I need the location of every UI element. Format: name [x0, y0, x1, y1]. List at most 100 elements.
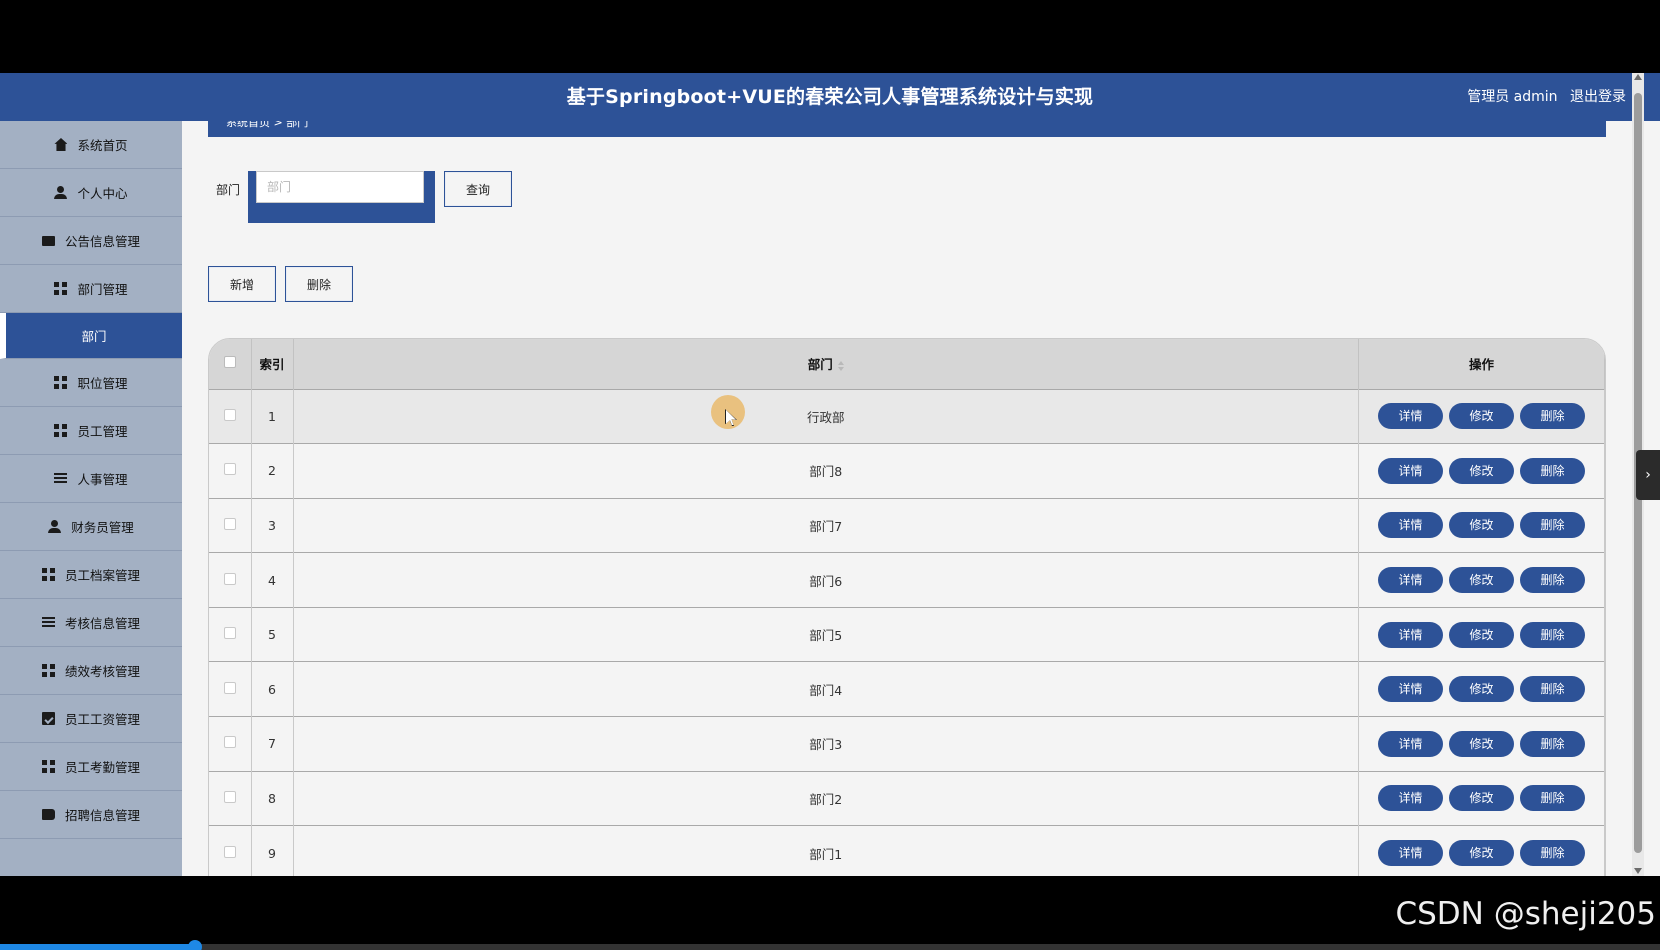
- sidebar-item-employees[interactable]: 员工管理: [0, 407, 182, 455]
- detail-button[interactable]: 详情: [1378, 840, 1443, 867]
- sidebar-item-announcements[interactable]: 公告信息管理: [0, 217, 182, 265]
- delete-button[interactable]: 删除: [1520, 567, 1585, 594]
- row-actions: 详情 修改 删除: [1358, 497, 1605, 553]
- sidebar-item-label: 考核信息管理: [64, 616, 140, 631]
- edit-button[interactable]: 修改: [1449, 403, 1514, 430]
- progress-knob[interactable]: [188, 940, 202, 950]
- sidebar-item-salary[interactable]: 员工工资管理: [0, 695, 182, 743]
- sidebar-item-label: 公告信息管理: [64, 234, 140, 249]
- sidebar-item-assessment[interactable]: 考核信息管理: [0, 599, 182, 647]
- select-all-checkbox[interactable]: [223, 356, 236, 369]
- row-checkbox[interactable]: [223, 845, 236, 858]
- sidebar-item-performance[interactable]: 绩效考核管理: [0, 647, 182, 695]
- sidebar-item-personnel[interactable]: 人事管理: [0, 455, 182, 503]
- batch-delete-button[interactable]: 删除: [285, 266, 353, 302]
- logout-link[interactable]: 退出登录: [1570, 89, 1626, 105]
- grid-icon: [41, 568, 55, 581]
- edit-button[interactable]: 修改: [1449, 676, 1514, 703]
- row-checkbox[interactable]: [223, 681, 236, 694]
- edit-button[interactable]: 修改: [1449, 457, 1514, 484]
- table-row[interactable]: 8 部门2 详情 修改 删除: [209, 770, 1605, 826]
- table-row[interactable]: 5 部门5 详情 修改 删除: [209, 606, 1605, 662]
- table-row[interactable]: 9 部门1 详情 修改 删除: [209, 825, 1605, 876]
- detail-button[interactable]: 详情: [1378, 403, 1443, 430]
- add-button[interactable]: 新增: [208, 266, 276, 302]
- detail-button[interactable]: 详情: [1378, 457, 1443, 484]
- edit-button[interactable]: 修改: [1449, 621, 1514, 648]
- row-index: 4: [251, 552, 294, 608]
- sidebar-item-attendance[interactable]: 员工考勤管理: [0, 743, 182, 791]
- delete-button[interactable]: 删除: [1520, 785, 1585, 812]
- table-row[interactable]: 1 行政部 详情 修改 删除: [209, 388, 1605, 444]
- watermark: CSDN @sheji205: [1395, 896, 1656, 932]
- row-department: 部门1: [293, 825, 1359, 876]
- delete-button[interactable]: 删除: [1520, 730, 1585, 757]
- detail-button[interactable]: 详情: [1378, 730, 1443, 757]
- table-row[interactable]: 2 部门8 详情 修改 删除: [209, 443, 1605, 499]
- department-table: 索引 部门 操作 1 行政部 详情 修改 删除 2 部门8 详情 修改 删除 3 部门7 详情 修改 删除 4…: [208, 338, 1606, 876]
- edit-button[interactable]: 修改: [1449, 512, 1514, 539]
- search-box: [248, 171, 436, 223]
- row-checkbox[interactable]: [223, 408, 236, 421]
- delete-button[interactable]: 删除: [1520, 403, 1585, 430]
- sidebar-item-positions[interactable]: 职位管理: [0, 359, 182, 407]
- sidebar-item-recruitment[interactable]: 招聘信息管理: [0, 791, 182, 839]
- query-button[interactable]: 查询: [444, 171, 513, 207]
- table-row[interactable]: 6 部门4 详情 修改 删除: [209, 661, 1605, 717]
- delete-button[interactable]: 删除: [1520, 676, 1585, 703]
- row-department: 部门7: [293, 497, 1359, 553]
- scroll-down-icon[interactable]: [1634, 868, 1642, 874]
- detail-button[interactable]: 详情: [1378, 785, 1443, 812]
- grid-icon: [54, 424, 68, 437]
- row-checkbox[interactable]: [223, 790, 236, 803]
- row-checkbox[interactable]: [223, 572, 236, 585]
- search-label: 部门: [216, 183, 241, 197]
- edit-button[interactable]: 修改: [1449, 567, 1514, 594]
- grid-icon: [41, 760, 55, 773]
- search-input[interactable]: [256, 171, 425, 203]
- edit-button[interactable]: 修改: [1449, 730, 1514, 757]
- delete-button[interactable]: 删除: [1520, 840, 1585, 867]
- edit-button[interactable]: 修改: [1449, 840, 1514, 867]
- breadcrumb: 系统首页 > 部门: [208, 121, 1606, 137]
- detail-button[interactable]: 详情: [1378, 512, 1443, 539]
- table-row[interactable]: 7 部门3 详情 修改 删除: [209, 716, 1605, 772]
- row-checkbox[interactable]: [223, 627, 236, 640]
- delete-button[interactable]: 删除: [1520, 512, 1585, 539]
- sidebar-item-label: 部门: [81, 329, 107, 344]
- row-index: 7: [251, 716, 294, 772]
- column-header-dept-label: 部门: [807, 357, 833, 373]
- column-header-dept[interactable]: 部门: [293, 339, 1359, 389]
- detail-button[interactable]: 详情: [1378, 676, 1443, 703]
- row-checkbox[interactable]: [223, 463, 236, 476]
- sidebar-item-home[interactable]: 系统首页: [0, 121, 182, 169]
- detail-button[interactable]: 详情: [1378, 621, 1443, 648]
- sidebar-item-profile[interactable]: 个人中心: [0, 169, 182, 217]
- row-checkbox[interactable]: [223, 517, 236, 530]
- list-icon: [41, 616, 55, 629]
- sidebar-item-finance[interactable]: 财务员管理: [0, 503, 182, 551]
- table-row[interactable]: 4 部门6 详情 修改 删除: [209, 552, 1605, 608]
- row-select-cell: [209, 552, 252, 608]
- sidebar-item-department[interactable]: 部门: [0, 313, 182, 359]
- sort-icon[interactable]: [837, 360, 844, 371]
- detail-button[interactable]: 详情: [1378, 567, 1443, 594]
- row-checkbox[interactable]: [223, 736, 236, 749]
- table-row[interactable]: 3 部门7 详情 修改 删除: [209, 497, 1605, 553]
- sidebar-item-label: 系统首页: [77, 138, 128, 153]
- delete-button[interactable]: 删除: [1520, 457, 1585, 484]
- expand-panel-button[interactable]: ›: [1636, 450, 1660, 500]
- column-header-ops: 操作: [1358, 339, 1605, 389]
- video-progress-bar[interactable]: [0, 940, 1660, 950]
- row-index: 9: [251, 825, 294, 876]
- scroll-up-icon[interactable]: [1634, 74, 1642, 80]
- sidebar-item-department-mgmt[interactable]: 部门管理: [0, 265, 182, 313]
- row-department: 部门5: [293, 606, 1359, 662]
- list-icon: [54, 472, 68, 485]
- row-actions: 详情 修改 删除: [1358, 388, 1605, 444]
- sidebar-item-archives[interactable]: 员工档案管理: [0, 551, 182, 599]
- delete-button[interactable]: 删除: [1520, 621, 1585, 648]
- edit-button[interactable]: 修改: [1449, 785, 1514, 812]
- sidebar-item-label: 财务员管理: [71, 520, 134, 535]
- row-index: 1: [251, 388, 294, 444]
